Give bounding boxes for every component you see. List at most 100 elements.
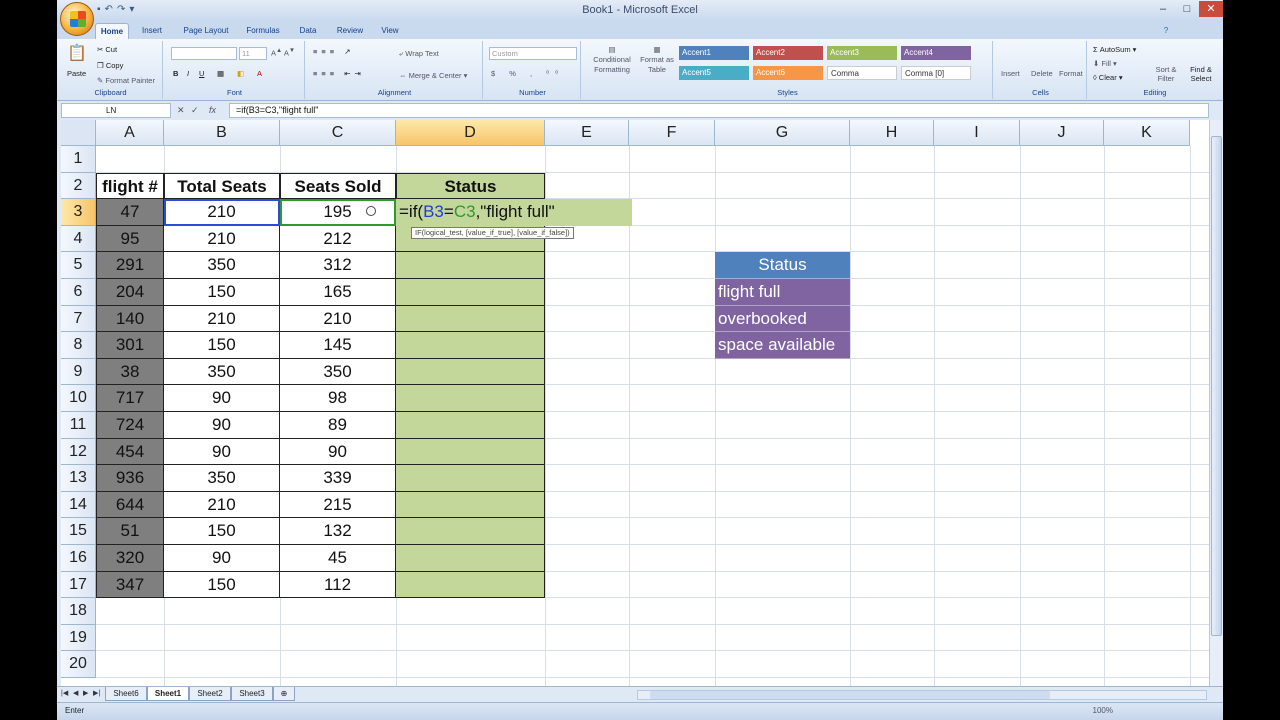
number-format-icons[interactable]: $ % , ⁰⁰ [491, 69, 564, 78]
row-header[interactable]: 14 [61, 491, 96, 519]
table-cell[interactable]: 347 [96, 571, 164, 599]
maximize-button[interactable]: □ [1175, 1, 1199, 17]
table-cell[interactable]: 212 [280, 225, 396, 253]
merge-center-button[interactable]: ⇔ Merge & Center ▾ [399, 71, 467, 80]
table-cell[interactable]: 215 [280, 491, 396, 519]
column-header[interactable]: B [164, 120, 280, 146]
table-cell[interactable]: 454 [96, 438, 164, 466]
table-cell[interactable]: 95 [96, 225, 164, 253]
tab-review[interactable]: Review [331, 23, 369, 39]
delete-cells-button[interactable]: Delete [1031, 69, 1053, 78]
name-box[interactable]: LN [61, 103, 171, 118]
table-cell[interactable]: 132 [280, 518, 396, 545]
fill-button[interactable]: ⬇ Fill ▾ [1093, 59, 1117, 68]
table-cell[interactable]: 90 [164, 385, 280, 412]
clear-button[interactable]: ◊ Clear ▾ [1093, 73, 1123, 82]
column-header[interactable]: E [545, 120, 629, 146]
table-cell[interactable]: 350 [280, 358, 396, 386]
font-size-box[interactable]: 11 [239, 47, 267, 60]
status-cell[interactable] [396, 332, 545, 359]
underline-icon[interactable]: U [199, 69, 204, 78]
table-cell[interactable]: 90 [164, 438, 280, 466]
status-list-header[interactable]: Status [715, 252, 850, 279]
status-cell[interactable] [396, 305, 545, 333]
table-cell[interactable]: 350 [164, 252, 280, 279]
status-list-item[interactable]: flight full [715, 279, 850, 306]
table-header-cell[interactable]: Seats Sold [280, 172, 396, 200]
table-cell[interactable]: 312 [280, 252, 396, 279]
editing-cell[interactable]: =if(B3=C3,"flight full" [396, 199, 632, 226]
style-comma[interactable]: Comma [827, 66, 897, 80]
row-header[interactable]: 4 [61, 225, 96, 253]
tab-page-layout[interactable]: Page Layout [177, 23, 235, 39]
status-cell[interactable] [396, 358, 545, 386]
column-header[interactable]: D [396, 120, 545, 146]
grow-font-icon[interactable]: A▲ A▼ [271, 47, 295, 58]
status-cell[interactable] [396, 518, 545, 545]
status-cell[interactable] [396, 438, 545, 466]
vertical-align-icons[interactable]: ≡≡≡ ↗ [313, 47, 355, 56]
insert-sheet-icon[interactable]: ⊕ [273, 687, 295, 701]
redo-icon[interactable]: ↷ [117, 4, 129, 15]
table-cell[interactable]: 45 [280, 545, 396, 572]
vertical-scrollbar[interactable] [1209, 120, 1223, 686]
sheet-tab-sheet3[interactable]: Sheet3 [231, 687, 273, 701]
enter-icon[interactable]: ✓ [191, 105, 199, 116]
font-name-box[interactable] [171, 47, 237, 60]
column-header[interactable]: A [96, 120, 164, 146]
save-icon[interactable]: ▪ [97, 4, 105, 15]
row-header[interactable]: 9 [61, 358, 96, 386]
quick-access-toolbar[interactable]: ▪↶↷▾ [97, 4, 138, 15]
column-header[interactable]: J [1020, 120, 1104, 146]
row-header[interactable]: 13 [61, 465, 96, 492]
horizontal-scrollbar[interactable] [637, 690, 1207, 700]
table-cell[interactable]: 165 [280, 279, 396, 306]
table-cell[interactable]: 936 [96, 465, 164, 492]
tab-insert[interactable]: Insert [135, 23, 169, 39]
row-header[interactable]: 15 [61, 518, 96, 545]
wrap-text-button[interactable]: ⤶ Wrap Text [399, 49, 439, 59]
table-cell[interactable]: 90 [164, 545, 280, 572]
prev-sheet-icon[interactable]: ◀ [73, 689, 78, 697]
tab-data[interactable]: Data [293, 23, 323, 39]
column-header[interactable]: K [1104, 120, 1190, 146]
row-header[interactable]: 19 [61, 624, 96, 652]
format-cells-button[interactable]: Format [1059, 69, 1083, 78]
row-header[interactable]: 7 [61, 305, 96, 333]
status-cell[interactable] [396, 545, 545, 572]
autosum-button[interactable]: Σ AutoSum ▾ [1093, 45, 1136, 54]
row-header[interactable]: 17 [61, 571, 96, 599]
format-painter-button[interactable]: ✎ Format Painter [97, 76, 155, 85]
number-format-box[interactable]: Custom [489, 47, 577, 60]
borders-icon[interactable]: ▦ [217, 69, 224, 78]
style-accent2[interactable]: Accent2 [753, 46, 823, 60]
insert-function-icon[interactable]: fx [209, 105, 216, 115]
insert-cells-button[interactable]: Insert [1001, 69, 1020, 78]
table-cell[interactable]: 204 [96, 279, 164, 306]
conditional-formatting-button[interactable]: ▤ Conditional Formatting [587, 45, 637, 75]
horizontal-align-icons[interactable]: ≡≡≡ ⇤⇥ [313, 69, 365, 78]
table-cell[interactable]: 291 [96, 252, 164, 279]
table-header-cell[interactable]: Status [396, 172, 545, 200]
sheet-tab-sheet2[interactable]: Sheet2 [189, 687, 231, 701]
table-cell[interactable]: 112 [280, 571, 396, 599]
status-cell[interactable] [396, 465, 545, 492]
status-cell[interactable] [396, 279, 545, 306]
table-cell[interactable]: 51 [96, 518, 164, 545]
status-cell[interactable] [396, 385, 545, 412]
last-sheet-icon[interactable]: ▶| [93, 689, 100, 697]
column-header[interactable]: G [715, 120, 850, 146]
table-cell[interactable]: 90 [164, 412, 280, 439]
table-cell[interactable]: 644 [96, 491, 164, 519]
worksheet-grid[interactable]: A B C D E F G H I J K 1 2 3 4 5 6 7 8 9 10 11 12 13 14 15 16 17 18 19… [61, 120, 1209, 686]
row-header[interactable]: 18 [61, 598, 96, 625]
format-as-table-button[interactable]: ▦ Format as Table [639, 45, 675, 75]
next-sheet-icon[interactable]: ▶ [83, 689, 88, 697]
column-header[interactable]: H [850, 120, 934, 146]
table-cell[interactable]: 140 [96, 305, 164, 333]
status-list-item[interactable]: overbooked [715, 305, 850, 333]
table-header-cell[interactable]: flight # [96, 172, 164, 200]
help-icon[interactable]: ? [1159, 23, 1173, 39]
style-accent6[interactable]: Accent6 [753, 66, 823, 80]
table-cell[interactable]: 47 [96, 199, 164, 226]
